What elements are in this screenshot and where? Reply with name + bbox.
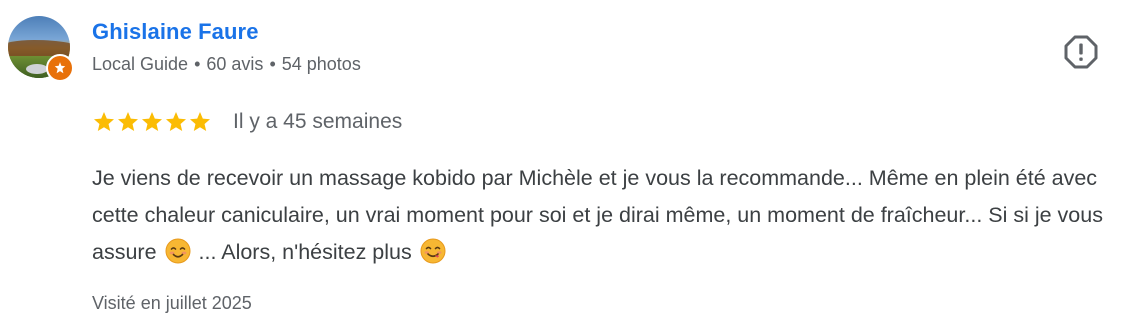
- face-savoring-food-emoji-icon: [420, 238, 446, 264]
- review-text-part-2: ... Alors, n'hésitez plus: [198, 240, 412, 264]
- avatar[interactable]: [8, 16, 74, 82]
- smiling-face-emoji-icon: [165, 238, 191, 264]
- meta-separator: •: [194, 54, 201, 74]
- review-card: Ghislaine Faure Local Guide • 60 avis • …: [0, 0, 1127, 336]
- meta-separator: •: [269, 54, 276, 74]
- report-flag-icon: [1064, 35, 1098, 69]
- rating-row: Il y a 45 semaines: [92, 108, 402, 136]
- star-icon: [166, 112, 186, 131]
- reviews-count: 60 avis: [206, 54, 264, 74]
- star-rating: [92, 110, 212, 134]
- star-icon: [142, 112, 162, 131]
- report-button[interactable]: [1062, 33, 1100, 71]
- review-date: Il y a 45 semaines: [233, 110, 403, 133]
- local-guide-star-icon: [46, 54, 74, 82]
- visit-date: Visité en juillet 2025: [92, 293, 252, 313]
- local-guide-label: Local Guide: [92, 54, 189, 74]
- star-icon: [94, 112, 114, 131]
- author-name-link[interactable]: Ghislaine Faure: [92, 19, 259, 45]
- star-icon: [118, 112, 138, 131]
- star-icon: [190, 112, 210, 131]
- author-meta: Local Guide • 60 avis • 54 photos: [92, 54, 361, 75]
- review-text: Je viens de recevoir un massage kobido p…: [92, 160, 1112, 271]
- photos-count: 54 photos: [281, 54, 361, 74]
